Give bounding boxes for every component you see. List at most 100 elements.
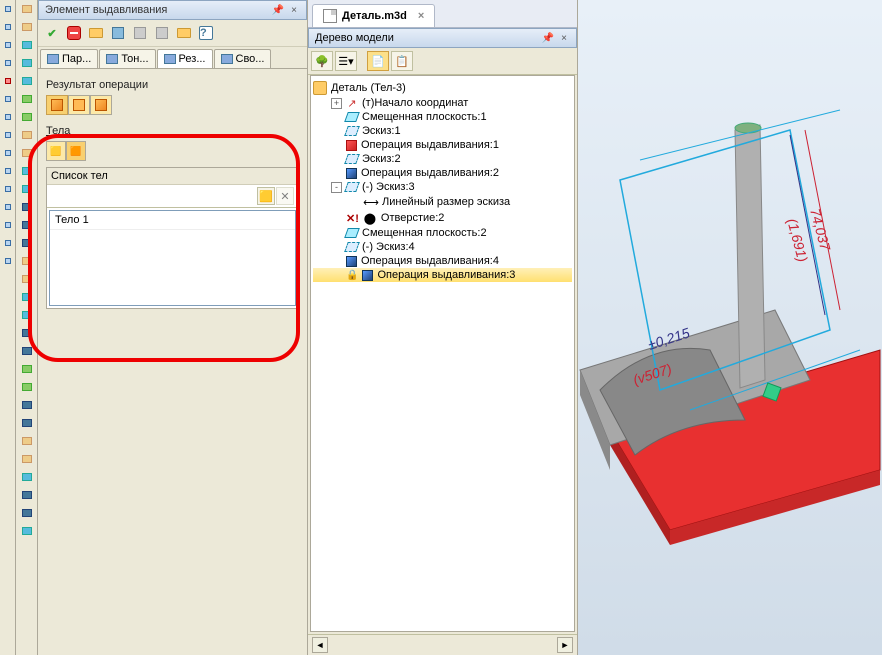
- tool-button[interactable]: [108, 23, 128, 43]
- result-option-1[interactable]: [46, 95, 68, 115]
- tool-icon[interactable]: [1, 182, 15, 196]
- tool-icon[interactable]: [20, 380, 34, 394]
- tab-result[interactable]: Рез...: [157, 49, 213, 68]
- tool-icon[interactable]: [20, 128, 34, 142]
- tool-icon[interactable]: [20, 254, 34, 268]
- tool-icon[interactable]: [1, 110, 15, 124]
- tool-button[interactable]: [86, 23, 106, 43]
- tool-icon[interactable]: [1, 92, 15, 106]
- tool-icon[interactable]: [20, 452, 34, 466]
- apply-button[interactable]: ✔: [42, 23, 62, 43]
- tree-item[interactable]: Эскиз:2: [313, 152, 572, 166]
- close-icon[interactable]: ×: [558, 32, 570, 44]
- tree-tool-button[interactable]: 📄: [367, 51, 389, 71]
- tool-icon[interactable]: [20, 272, 34, 286]
- document-tab[interactable]: Деталь.m3d ×: [312, 4, 435, 27]
- pin-icon[interactable]: 📌: [542, 32, 554, 44]
- tree-item[interactable]: +(т)Начало координат: [313, 96, 572, 110]
- tool-icon[interactable]: [1, 38, 15, 52]
- tool-icon[interactable]: [20, 434, 34, 448]
- pin-icon[interactable]: 📌: [272, 4, 284, 16]
- tree-item[interactable]: Операция выдавливания:2: [313, 166, 572, 180]
- tool-icon[interactable]: [20, 398, 34, 412]
- expander-icon[interactable]: +: [331, 98, 342, 109]
- tool-icon[interactable]: [20, 92, 34, 106]
- tree-item[interactable]: ✕!⬤Отверстие:2: [313, 210, 572, 226]
- tool-icon[interactable]: [1, 254, 15, 268]
- tool-icon[interactable]: [20, 110, 34, 124]
- bodies-list[interactable]: Тело 1: [49, 210, 296, 306]
- tree-item[interactable]: -(-) Эскиз:3: [313, 180, 572, 194]
- tool-icon[interactable]: [1, 164, 15, 178]
- tree-item[interactable]: Эскиз:1: [313, 124, 572, 138]
- property-tabs: Пар... Тон... Рез... Сво...: [38, 47, 307, 69]
- expander-icon[interactable]: -: [331, 182, 342, 193]
- tool-icon[interactable]: [20, 2, 34, 16]
- tool-icon[interactable]: [20, 506, 34, 520]
- tree-item[interactable]: Операция выдавливания:1: [313, 138, 572, 152]
- tree-tool-button[interactable]: ☰▾: [335, 51, 357, 71]
- tool-icon[interactable]: [20, 488, 34, 502]
- tree-item[interactable]: ⟷Линейный размер эскиза: [313, 194, 572, 210]
- list-add-button[interactable]: 🟨: [257, 187, 275, 205]
- tab-thin[interactable]: Тон...: [99, 49, 155, 68]
- tree-tool-button[interactable]: 🌳: [311, 51, 333, 71]
- tool-icon[interactable]: [20, 362, 34, 376]
- stop-button[interactable]: [64, 23, 84, 43]
- close-tab-icon[interactable]: ×: [418, 10, 424, 22]
- tool-icon[interactable]: [20, 218, 34, 232]
- property-panel: Элемент выдавливания 📌 × ✔ ? Пар... Тон.…: [38, 0, 308, 655]
- tool-icon[interactable]: [1, 2, 15, 16]
- scroll-left-icon[interactable]: ◄: [312, 637, 328, 653]
- tool-icon[interactable]: [20, 290, 34, 304]
- list-item[interactable]: Тело 1: [50, 211, 295, 230]
- list-label: Список тел: [51, 170, 108, 182]
- tool-button[interactable]: [152, 23, 172, 43]
- tool-icon[interactable]: [1, 56, 15, 70]
- result-option-3[interactable]: [90, 95, 112, 115]
- tab-parameters[interactable]: Пар...: [40, 49, 98, 68]
- tool-icon[interactable]: [1, 20, 15, 34]
- 3d-viewport[interactable]: ±0,215 (v507) 74,037 (1,691): [578, 0, 882, 655]
- tool-icon[interactable]: [1, 74, 15, 88]
- tool-icon[interactable]: [20, 74, 34, 88]
- plane-icon: [344, 228, 360, 238]
- tree-tool-button[interactable]: 📋: [391, 51, 413, 71]
- tree-item[interactable]: Смещенная плоскость:2: [313, 226, 572, 240]
- tool-icon[interactable]: [1, 218, 15, 232]
- tool-icon[interactable]: [20, 236, 34, 250]
- tool-icon[interactable]: [1, 128, 15, 142]
- body-option-1[interactable]: 🟨: [46, 141, 66, 161]
- model-tree[interactable]: Деталь (Тел-3) +(т)Начало координатСмеще…: [310, 75, 575, 632]
- tool-icon[interactable]: [20, 200, 34, 214]
- result-option-2[interactable]: [68, 95, 90, 115]
- tool-icon[interactable]: [20, 308, 34, 322]
- tool-icon[interactable]: [20, 416, 34, 430]
- close-icon[interactable]: ×: [288, 4, 300, 16]
- tree-item[interactable]: (-) Эскиз:4: [313, 240, 572, 254]
- body-option-2[interactable]: 🟧: [66, 141, 86, 161]
- tool-icon[interactable]: [20, 524, 34, 538]
- tool-icon[interactable]: [20, 164, 34, 178]
- tool-button[interactable]: [174, 23, 194, 43]
- tool-icon[interactable]: [20, 146, 34, 160]
- scroll-right-icon[interactable]: ►: [557, 637, 573, 653]
- tree-root[interactable]: Деталь (Тел-3): [313, 80, 572, 96]
- extrude-b-icon: [362, 270, 373, 281]
- tool-icon[interactable]: [1, 236, 15, 250]
- tool-icon[interactable]: [20, 182, 34, 196]
- tool-icon[interactable]: [20, 344, 34, 358]
- tool-icon[interactable]: [20, 326, 34, 340]
- tool-icon[interactable]: [20, 470, 34, 484]
- tree-item[interactable]: 🔒Операция выдавливания:3: [313, 268, 572, 282]
- tab-properties[interactable]: Сво...: [214, 49, 272, 68]
- tree-item[interactable]: Операция выдавливания:4: [313, 254, 572, 268]
- tool-icon[interactable]: [20, 56, 34, 70]
- tree-item[interactable]: Смещенная плоскость:1: [313, 110, 572, 124]
- tool-icon[interactable]: [20, 20, 34, 34]
- tool-icon[interactable]: [1, 146, 15, 160]
- tool-icon[interactable]: [20, 38, 34, 52]
- tool-icon[interactable]: [1, 200, 15, 214]
- help-button[interactable]: ?: [196, 23, 216, 43]
- tool-button[interactable]: [130, 23, 150, 43]
